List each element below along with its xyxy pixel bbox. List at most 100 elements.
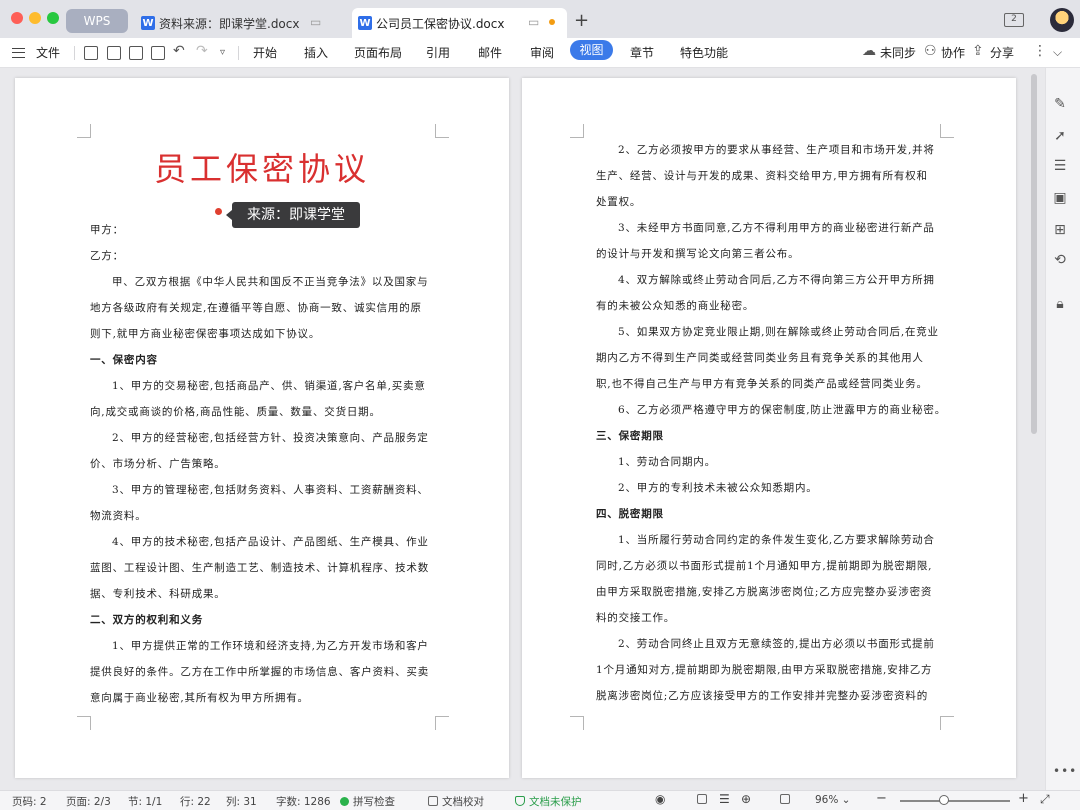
tab-insert[interactable]: 插入: [304, 38, 328, 68]
redo-icon[interactable]: ↷: [196, 43, 208, 59]
hamburger-menu-icon[interactable]: [12, 48, 25, 58]
cloud-sync-icon: ☁: [862, 43, 876, 59]
image-icon[interactable]: ▣: [1052, 190, 1068, 206]
tab-view[interactable]: 视图: [570, 40, 613, 60]
quick-access-dropdown-icon[interactable]: ▿: [220, 47, 225, 58]
collab-user-icon: ⚇: [924, 43, 937, 59]
scrollbar-thumb[interactable]: [1031, 74, 1037, 434]
section-heading: 一、保密内容: [90, 354, 158, 366]
eye-protect-icon[interactable]: ◉: [655, 792, 665, 806]
margin-mark: [940, 716, 954, 730]
print-icon[interactable]: [129, 46, 143, 60]
avatar[interactable]: [1050, 8, 1074, 32]
status-section[interactable]: 节: 1/1: [128, 794, 162, 809]
spell-check-button[interactable]: 拼写检查: [340, 794, 395, 809]
zoom-window-button[interactable]: [47, 12, 59, 24]
history-icon[interactable]: ⟲: [1052, 252, 1068, 268]
status-word-count[interactable]: 字数: 1286: [276, 794, 331, 809]
tab-chapter[interactable]: 章节: [630, 38, 654, 68]
paragraph-line: 2、乙方必须按甲方的要求从事经营、生产项目和市场开发,并将: [618, 144, 935, 156]
adjust-sliders-icon[interactable]: ☰: [1052, 158, 1068, 174]
paragraph-line: 甲方：: [90, 224, 124, 236]
monitor-icon[interactable]: ▭: [310, 15, 321, 29]
fullscreen-icon[interactable]: ⤢: [1040, 792, 1050, 807]
document-canvas[interactable]: 员工保密协议 甲方： 乙方： 甲、乙双方根据《中华人民共和国反不正当竞争法》以及国家…: [0, 68, 1045, 790]
paragraph-line: 的设计与开发和撰写论文向第三者公布。: [596, 248, 800, 260]
zoom-level-dropdown[interactable]: 96% ⌄: [815, 794, 850, 806]
window-count-icon[interactable]: 2: [1004, 13, 1024, 27]
page-right[interactable]: 2、乙方必须按甲方的要求从事经营、生产项目和市场开发,并将 生产、经营、设计与开发…: [522, 78, 1016, 778]
outline-view-icon[interactable]: ☰: [719, 792, 730, 806]
zoom-level-label: 96%: [815, 794, 839, 806]
collab-button[interactable]: 协作: [941, 38, 965, 68]
paragraph-line: 脱离涉密岗位;乙方应该接受甲方的工作安排并完整办妥涉密资料的: [596, 690, 929, 702]
right-side-panel: [1045, 68, 1080, 790]
paragraph-line: 1、甲方的交易秘密,包括商品产、供、销渠道,客户名单,买卖意: [112, 380, 426, 392]
paragraph-line: 1、劳动合同期内。: [618, 456, 716, 468]
close-window-button[interactable]: [11, 12, 23, 24]
zoom-out-button[interactable]: −: [876, 791, 887, 806]
word-doc-icon: W: [141, 16, 155, 30]
page-title: 员工保密协议: [153, 150, 370, 188]
paragraph-line: 蓝图、工程设计图、生产制造工艺、制造技术、计算机程序、技术数: [90, 562, 429, 574]
status-col[interactable]: 列: 31: [226, 794, 257, 809]
undo-icon[interactable]: ↶: [173, 43, 185, 59]
share-button[interactable]: 分享: [990, 38, 1014, 68]
proofread-button[interactable]: 文档校对: [428, 794, 484, 809]
minimize-window-button[interactable]: [29, 12, 41, 24]
zoom-slider-handle[interactable]: [939, 795, 949, 805]
monitor-icon[interactable]: ▭: [528, 15, 539, 29]
comment-marker-icon[interactable]: [215, 208, 222, 215]
edit-pen-icon[interactable]: ✎: [1052, 96, 1068, 112]
export-icon[interactable]: [107, 46, 121, 60]
translate-icon[interactable]: ⊞: [1052, 222, 1068, 238]
paragraph-line: 3、未经甲方书面同意,乙方不得利用甲方的商业秘密进行新产品: [618, 222, 935, 234]
select-cursor-icon[interactable]: ➚: [1052, 128, 1068, 144]
sync-status-button[interactable]: 未同步: [880, 38, 916, 68]
tab-page-layout[interactable]: 页面布局: [354, 38, 402, 68]
paragraph-line: 2、甲方的专利技术未被公众知悉期内。: [618, 482, 818, 494]
fit-page-icon[interactable]: [780, 794, 794, 806]
tab-home[interactable]: 开始: [253, 38, 277, 68]
new-tab-button[interactable]: +: [574, 10, 589, 31]
tab-mailings[interactable]: 邮件: [478, 38, 502, 68]
check-icon: [340, 797, 349, 806]
tab-wps-home[interactable]: WPS: [66, 9, 128, 33]
paragraph-line: 价、市场分析、广告策略。: [90, 458, 226, 470]
more-options-icon[interactable]: ⋮: [1033, 43, 1047, 59]
divider: [238, 46, 239, 60]
paragraph-line: 则下,就甲方商业秘密保密事项达成如下协议。: [90, 328, 321, 340]
lock-icon[interactable]: 🔒︎: [1052, 296, 1068, 312]
paragraph-line: 6、乙方必须严格遵守甲方的保密制度,防止泄露甲方的商业秘密。: [618, 404, 947, 416]
tab-review[interactable]: 审阅: [530, 38, 554, 68]
protect-status-label: 文档未保护: [529, 796, 582, 808]
margin-mark: [570, 124, 584, 138]
paragraph-line: 物流资料。: [90, 510, 147, 522]
paragraph-line: 2、甲方的经营秘密,包括经营方针、投资决策意向、产品服务定: [112, 432, 429, 444]
share-icon: ⇪: [972, 43, 984, 59]
print-preview-icon[interactable]: [151, 46, 165, 60]
more-tools-icon[interactable]: •••: [1053, 764, 1077, 778]
status-page-count[interactable]: 页面: 2/3: [66, 794, 111, 809]
tab-wps-label: WPS: [83, 14, 111, 28]
page-view-icon[interactable]: [697, 794, 711, 806]
margin-mark: [77, 716, 91, 730]
status-row[interactable]: 行: 22: [180, 794, 211, 809]
paragraph-line: 3、甲方的管理秘密,包括财务资料、人事资料、工资薪酬资料、: [112, 484, 429, 496]
source-tooltip: 来源：即课学堂: [226, 202, 360, 228]
file-menu[interactable]: 文件: [36, 38, 60, 68]
status-page-number[interactable]: 页码: 2: [12, 794, 47, 809]
tab-special-features[interactable]: 特色功能: [680, 38, 728, 68]
paragraph-line: 1、甲方提供正常的工作环境和经济支持,为乙方开发市场和客户: [112, 640, 429, 652]
page-left[interactable]: 员工保密协议 甲方： 乙方： 甲、乙双方根据《中华人民共和国反不正当竞争法》以及国家…: [15, 78, 509, 778]
save-icon[interactable]: [84, 46, 98, 60]
paragraph-line: 5、如果双方协定竞业限止期,则在解除或终止劳动合同后,在竞业: [618, 326, 939, 338]
tab-references[interactable]: 引用: [426, 38, 450, 68]
web-view-icon[interactable]: ⊕: [741, 792, 751, 806]
collapse-ribbon-icon[interactable]: ⌵: [1053, 45, 1062, 60]
protect-status-button[interactable]: 文档未保护: [515, 794, 582, 809]
zoom-in-button[interactable]: +: [1018, 791, 1029, 806]
paragraph-line: 1、当所履行劳动合同约定的条件发生变化,乙方要求解除劳动合: [618, 534, 935, 546]
tab-doc-source-label: 资料来源：即课学堂.docx: [159, 16, 300, 31]
zoom-slider[interactable]: [900, 800, 1010, 802]
